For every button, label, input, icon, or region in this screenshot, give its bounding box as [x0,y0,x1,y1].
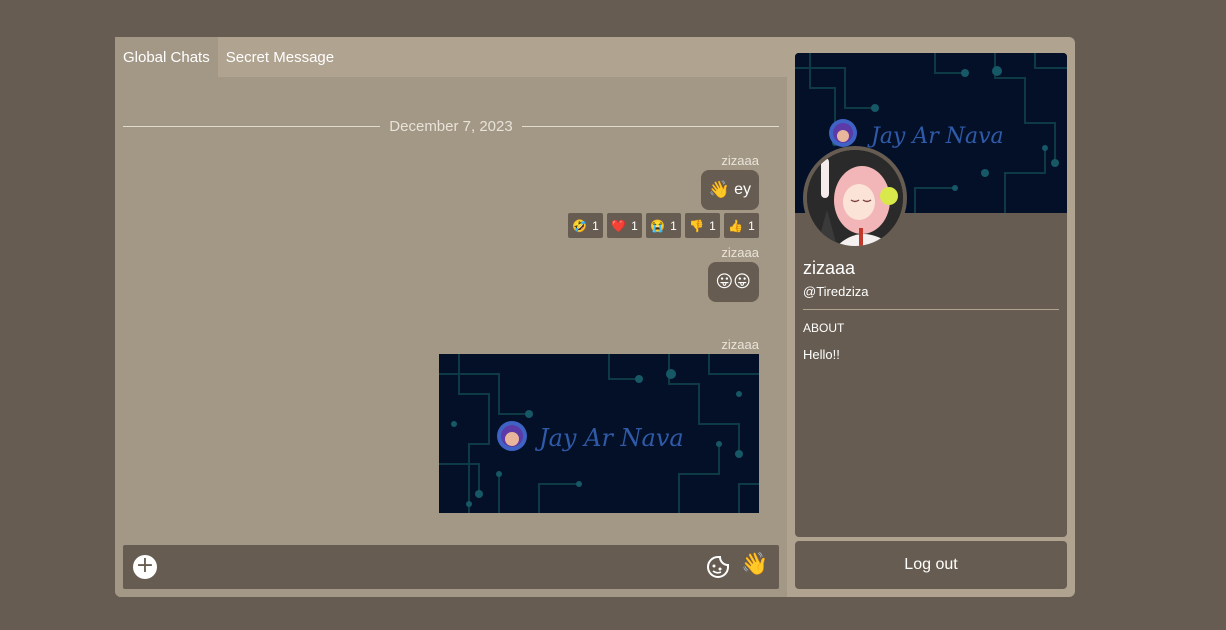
message-author: zizaaa [721,153,759,168]
reaction-count: 1 [592,218,599,233]
thumbs-down-icon: 👎 [689,218,705,233]
about-text: Hello!! [803,347,840,362]
message-author: zizaaa [721,245,759,260]
reaction-count: 1 [748,218,755,233]
anime-avatar-image [807,150,903,246]
message-input[interactable] [167,553,687,581]
reaction-rofl[interactable]: 🤣 1 [568,213,603,238]
profile-name: zizaaa [803,258,856,278]
date-divider: December 7, 2023 [123,118,779,135]
image-signature-text: Jay Ar Nava [534,424,684,452]
message-bubble[interactable]: 👋 ey [700,170,759,210]
about-heading: ABOUT [803,321,845,335]
banner-signature-text: Jay Ar Nava [867,124,1004,149]
reaction-count: 1 [631,218,638,233]
message-bubble[interactable]: 😛😛 [707,262,759,302]
tongue-out-emoji: 😛😛 [715,272,751,292]
chat-app-window: Global Chats Secret Message December 7, … [115,37,1075,597]
circuit-banner-image: Jay Ar Nava [439,354,759,513]
logout-button[interactable]: Log out [795,541,1067,589]
tab-global-chats[interactable]: Global Chats [115,37,218,77]
reaction-heart[interactable]: ❤️ 1 [607,213,642,238]
reaction-bar: 🤣 1 ❤️ 1 😭 1 👎 1 👍 1 [568,213,759,238]
wave-emoji: 👋 [708,180,731,200]
profile-separator [803,309,1059,310]
wave-button[interactable]: 👋 [741,552,768,577]
reaction-cry[interactable]: 😭 1 [646,213,681,238]
profile-handle: @Tiredziza [803,284,869,299]
add-attachment-button[interactable]: + [133,555,157,579]
reaction-thumbs-down[interactable]: 👎 1 [685,213,720,238]
thumbs-up-icon: 👍 [728,218,744,233]
tab-bar: Global Chats Secret Message [115,37,787,77]
date-divider-label: December 7, 2023 [389,118,513,135]
message-composer: + 👋 [123,545,779,589]
message-author: zizaaa [721,337,759,352]
divider-line-left [123,126,381,127]
reaction-count: 1 [709,218,716,233]
plus-icon: + [135,553,155,578]
sticker-button[interactable] [705,554,731,580]
reaction-thumbs-up[interactable]: 👍 1 [724,213,759,238]
crying-icon: 😭 [650,218,666,233]
divider-line-right [521,126,779,127]
avatar[interactable] [803,146,907,250]
sticker-icon [707,556,729,578]
message-text: ey [734,181,751,198]
reaction-count: 1 [670,218,677,233]
profile-card: Jay Ar Nava zizaaa @Tiredziza ABOUT Hell… [795,53,1067,537]
chat-area: Global Chats Secret Message December 7, … [115,37,787,597]
image-message[interactable]: Jay Ar Nava [439,354,759,513]
wave-icon: 👋 [741,552,769,577]
tab-secret-message[interactable]: Secret Message [218,37,342,77]
heart-icon: ❤️ [611,218,627,233]
rofl-icon: 🤣 [572,218,588,233]
